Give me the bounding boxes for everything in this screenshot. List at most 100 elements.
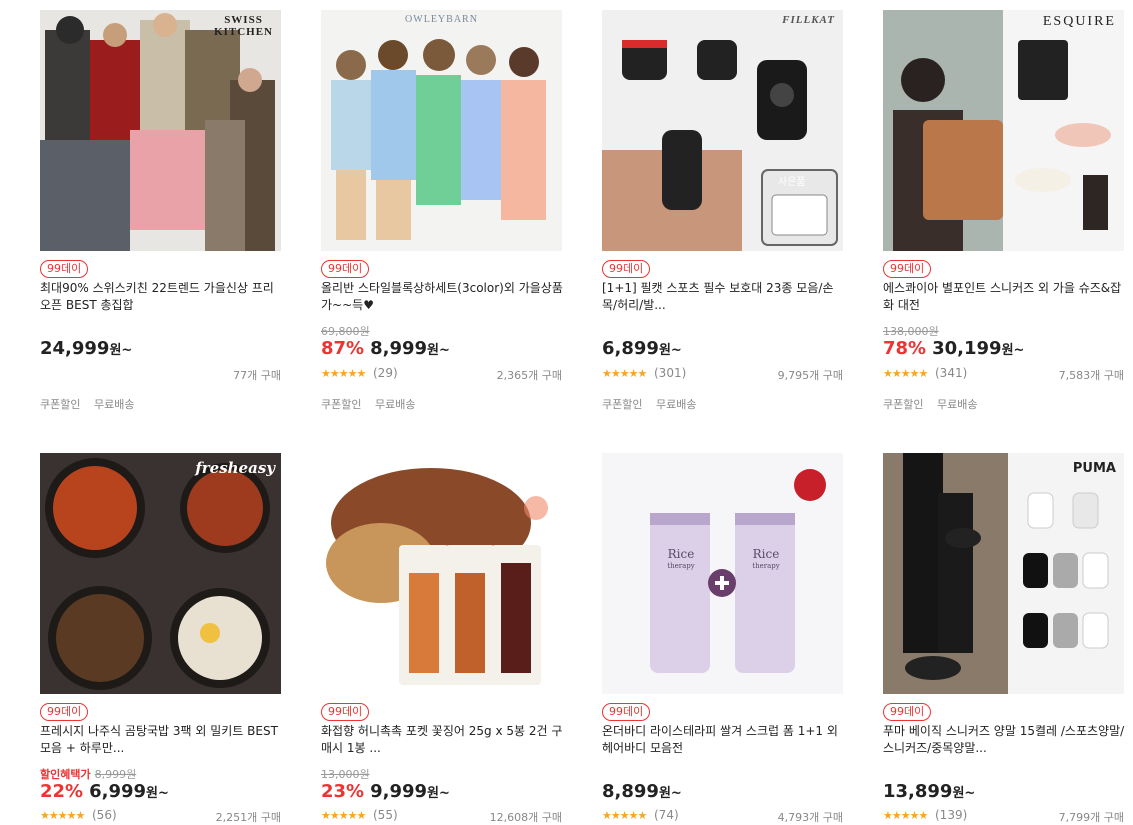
event-badge: 99데이 <box>40 703 89 721</box>
purchase-count: 7,799개 구매 <box>1058 811 1124 824</box>
event-badge: 99데이 <box>883 260 932 278</box>
price-value: 6,899 <box>602 338 659 359</box>
price: 13,899원~ <box>883 781 975 802</box>
product-title[interactable]: 에스콰이아 별포인트 스니커즈 외 가을 슈즈&잡화 대전 <box>883 280 1125 314</box>
purchase-count: 4,793개 구매 <box>777 811 843 824</box>
event-badge: 99데이 <box>321 260 370 278</box>
tag-coupon: 쿠폰할인 <box>602 398 643 411</box>
benefit-tags: 쿠폰할인 무료배송 <box>602 396 706 412</box>
tag-free-shipping: 무료배송 <box>374 398 416 411</box>
price-unit: 원~ <box>1001 343 1025 358</box>
tag-coupon: 쿠폰할인 <box>321 398 362 411</box>
purchase-count: 12,608개 구매 <box>489 811 562 824</box>
brand-logo: SWISS KITCHEN <box>214 14 273 38</box>
product-title[interactable]: 화접향 허니촉촉 포켓 꽃징어 25g x 5봉 2건 구매시 1봉 ... <box>321 723 563 757</box>
product-image[interactable]: FILLKAT 사은품 <box>602 10 843 251</box>
tag-free-shipping: 무료배송 <box>936 398 978 411</box>
tag-coupon: 쿠폰할인 <box>883 398 924 411</box>
tag-coupon: 쿠폰할인 <box>40 398 81 411</box>
product-grid: SWISS KITCHEN 99데이 최대90% 스위스키친 22트렌드 가을신… <box>0 0 1133 824</box>
product-text: Rice <box>667 547 695 561</box>
product-title[interactable]: 푸마 베이직 스니커즈 양말 15켤레 /스포츠양말/스니커즈/중목양말... <box>883 723 1125 757</box>
purchase-count: 77개 구매 <box>233 369 281 382</box>
review-count[interactable]: (139) <box>935 808 967 822</box>
price-unit: 원~ <box>952 786 976 801</box>
product-image[interactable]: Rice therapy Rice therapy <box>602 453 843 694</box>
benefit-tags: 쿠폰할인 무료배송 <box>883 396 987 412</box>
product-text: Rice <box>752 547 780 561</box>
product-image[interactable]: fresheasy <box>40 453 281 694</box>
price: 78% 30,199원~ <box>883 338 1024 359</box>
product-label-right: Rice therapy <box>744 548 788 572</box>
purchase-count: 2,365개 구매 <box>496 369 562 382</box>
price-unit: 원~ <box>427 343 450 358</box>
brand-logo: fresheasy <box>195 459 275 477</box>
purchase-count: 2,251개 구매 <box>215 811 281 824</box>
price-value: 6,999 <box>89 781 147 802</box>
brand-logo: FILLKAT <box>782 14 835 26</box>
product-image[interactable]: OWLEYBARN <box>321 10 562 251</box>
product-image[interactable]: SWISS KITCHEN <box>40 10 281 251</box>
benefit-tags: 쿠폰할인 무료배송 <box>321 396 425 412</box>
product-label-left: Rice therapy <box>659 548 703 572</box>
price-value: 24,999 <box>40 338 110 359</box>
tag-free-shipping: 무료배송 <box>655 398 697 411</box>
discount-rate: 87% <box>321 338 365 359</box>
benefit-price-label: 할인혜택가 8,999원 <box>40 766 136 782</box>
benefit-label: 할인혜택가 <box>40 768 91 781</box>
benefit-tags: 쿠폰할인 무료배송 <box>40 396 144 412</box>
product-title[interactable]: 올리반 스타일블록상하세트(3color)외 가을상품 가~~득♥ <box>321 280 563 314</box>
price: 6,899원~ <box>602 338 682 359</box>
price-value: 30,199 <box>932 338 1002 359</box>
review-count[interactable]: (55) <box>373 808 398 822</box>
product-subtext: therapy <box>752 562 780 570</box>
event-badge: 99데이 <box>321 703 370 721</box>
discount-rate: 78% <box>883 338 927 359</box>
price-unit: 원~ <box>658 786 682 801</box>
review-count[interactable]: (74) <box>654 808 679 822</box>
product-title[interactable]: 프레시지 나주식 곰탕국밥 3팩 외 밀키트 BEST 모음 + 하루만... <box>40 723 282 757</box>
price: 24,999원~ <box>40 338 132 359</box>
original-price: 13,000원 <box>321 768 370 781</box>
price: 23% 9,999원~ <box>321 781 450 802</box>
rating-stars: ★★★★★ <box>602 367 647 380</box>
review-count[interactable]: (341) <box>935 366 967 380</box>
product-subtext: therapy <box>667 562 695 570</box>
event-badge: 99데이 <box>40 260 89 278</box>
product-title[interactable]: 온더바디 라이스테라피 쌀겨 스크럽 폼 1+1 외 헤어바디 모음전 <box>602 723 844 757</box>
brand-logo: ESQUIRE <box>1042 14 1116 29</box>
gift-label: 사은품 <box>778 177 806 188</box>
price-value: 13,899 <box>883 781 953 802</box>
price-unit: 원~ <box>109 343 133 358</box>
event-badge: 99데이 <box>883 703 932 721</box>
price-value: 8,899 <box>602 781 659 802</box>
price-unit: 원~ <box>427 786 450 801</box>
price: 8,899원~ <box>602 781 682 802</box>
product-title[interactable]: [1+1] 필캣 스포츠 필수 보호대 23종 모음/손목/허리/발... <box>602 280 844 314</box>
brand-logo: OWLEYBARN <box>405 14 478 25</box>
purchase-count: 9,795개 구매 <box>777 369 843 382</box>
price-unit: 원~ <box>658 343 682 358</box>
product-image[interactable]: PUMA <box>883 453 1124 694</box>
price-unit: 원~ <box>146 786 169 801</box>
original-price: 8,999원 <box>94 768 137 781</box>
original-price: 69,800원 <box>321 325 370 338</box>
tag-free-shipping: 무료배송 <box>93 398 135 411</box>
brand-logo: PUMA <box>1072 461 1116 476</box>
product-image[interactable]: ESQUIRE <box>883 10 1124 251</box>
product-title[interactable]: 최대90% 스위스키친 22트렌드 가을신상 프리오픈 BEST 총집합 <box>40 280 282 314</box>
price: 22% 6,999원~ <box>40 781 169 802</box>
product-image[interactable] <box>321 453 562 694</box>
price-value: 9,999 <box>370 781 428 802</box>
price: 87% 8,999원~ <box>321 338 450 359</box>
discount-rate: 22% <box>40 781 84 802</box>
review-count[interactable]: (56) <box>92 808 117 822</box>
review-count[interactable]: (29) <box>373 366 398 380</box>
event-badge: 99데이 <box>602 260 651 278</box>
event-badge: 99데이 <box>602 703 651 721</box>
review-count[interactable]: (301) <box>654 366 686 380</box>
discount-rate: 23% <box>321 781 365 802</box>
purchase-count: 7,583개 구매 <box>1058 369 1124 382</box>
rating-stars: ★★★★★ <box>883 367 928 380</box>
original-price: 138,000원 <box>883 325 939 338</box>
